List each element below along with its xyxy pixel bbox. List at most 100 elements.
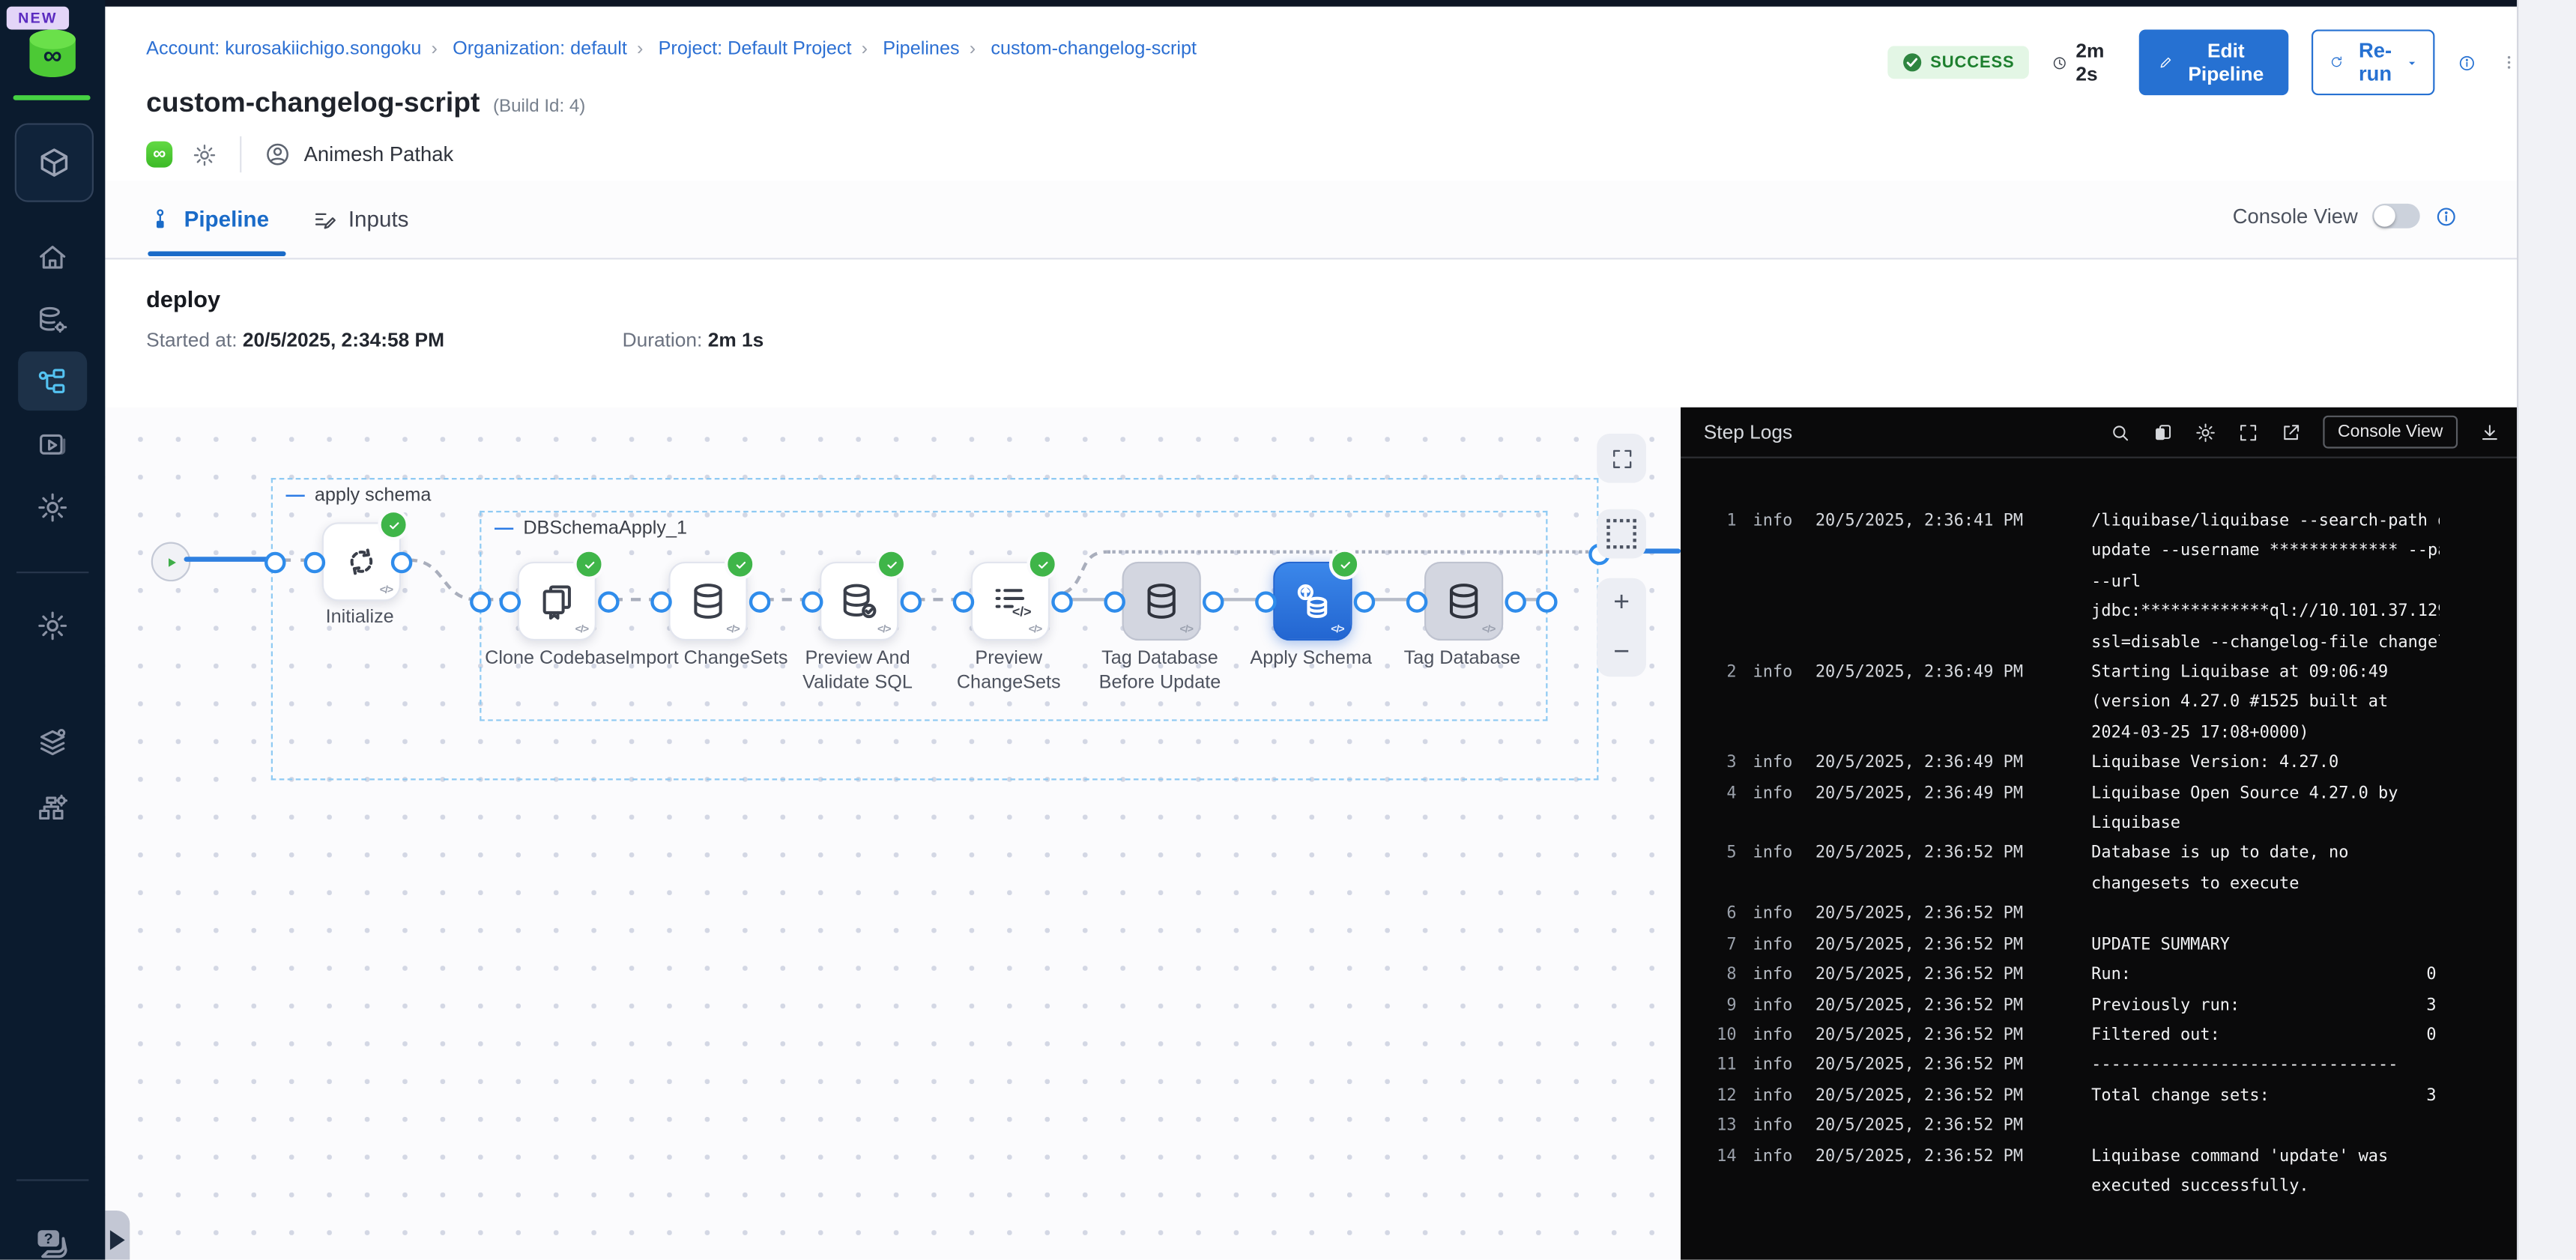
log-row: 1 info 20/5/2025, 2:36:41 PM /liquibase/… [1681,508,2517,659]
log-level: info [1753,1052,1803,1082]
collapse-icon[interactable]: — [286,486,305,506]
layers-settings-icon[interactable] [36,726,69,759]
breadcrumb-org[interactable]: Organization: default [453,40,627,59]
pipeline-settings-gear-icon[interactable] [193,142,217,167]
success-badge-icon [573,548,605,580]
breadcrumb-project[interactable]: Project: Default Project [659,40,852,59]
log-level: info [1753,1082,1803,1112]
node-tag-database[interactable]: </> [1424,562,1503,640]
project-settings-gear-icon[interactable] [36,491,69,524]
port [953,591,975,613]
log-level: info [1753,1022,1803,1052]
executions-icon[interactable] [36,428,69,461]
log-message: Liquibase Open Source 4.27.0 byLiquibase [2091,780,2440,840]
port [1203,591,1224,613]
log-timestamp: 20/5/2025, 2:36:52 PM [1815,1142,2091,1203]
pipeline-canvas[interactable]: — apply schema — DBSchemaApply_1 </> [105,408,1681,1260]
log-level: info [1753,900,1803,930]
rerun-button[interactable]: Re-run [2312,29,2435,95]
copy-icon[interactable] [2152,421,2174,443]
log-message-line: Total change sets:3 [2091,1082,2440,1112]
port [1406,591,1428,613]
gear-icon[interactable] [2195,421,2216,443]
console-view-button[interactable]: Console View [2323,416,2458,449]
log-level: info [1753,961,1803,991]
duration-label: Duration: [623,329,703,352]
console-view-toggle[interactable] [2373,204,2421,228]
stage-group-label: — apply schema [286,486,432,506]
log-level: info [1753,1112,1803,1142]
bottom-drawer-expand-handle[interactable] [105,1211,130,1260]
success-badge-icon [876,548,907,580]
port [1354,591,1376,613]
tab-pipeline[interactable]: Pipeline [148,181,269,256]
info-icon[interactable] [2458,50,2477,75]
canvas-marquee-select-button[interactable] [1597,509,1646,559]
duration-value: 2m 1s [708,329,764,352]
inputs-tab-icon [312,206,337,231]
fullscreen-icon[interactable] [2237,421,2259,443]
log-message: Liquibase Version: 4.27.0 [2091,749,2440,779]
refresh-icon [2329,52,2344,72]
log-message-line: (version 4.27.0 #1525 built at [2091,689,2440,719]
log-message: ------------------------------- [2091,1052,2440,1082]
node-tag-database-before-update[interactable]: </> [1122,562,1201,640]
sidebar-item-module-selector[interactable] [15,123,94,202]
org-pipeline-settings-icon[interactable] [36,792,69,825]
log-level: info [1753,931,1803,961]
log-message-line: ssl=disable --changelog-file changelog [2091,629,2440,658]
changeset-list-icon [989,580,1032,623]
canvas-fullscreen-button[interactable] [1597,434,1646,483]
port [802,591,823,613]
log-row: 6 info 20/5/2025, 2:36:52 PM [1681,900,2517,930]
log-row: 14 info 20/5/2025, 2:36:52 PM Liquibase … [1681,1142,2517,1203]
success-badge-icon [725,548,756,580]
svg-text:∞: ∞ [43,41,62,70]
log-level: info [1753,780,1803,840]
breadcrumb-pipelines[interactable]: Pipelines [883,40,959,59]
edit-pipeline-button[interactable]: Edit Pipeline [2139,29,2289,95]
log-output[interactable]: 1 info 20/5/2025, 2:36:41 PM /liquibase/… [1681,458,2517,1260]
open-in-new-icon[interactable] [2280,421,2302,443]
edge-start [184,557,275,562]
database-settings-icon[interactable] [36,304,69,337]
port [304,552,326,574]
log-message: Database is up to date, nochangesets to … [2091,840,2440,900]
log-message-line: changesets to execute [2091,870,2440,900]
pipeline-start-node[interactable] [151,542,191,582]
log-line-number: 9 [1697,991,1737,1021]
module-chip-icon: ∞ [146,142,172,168]
breadcrumb-account[interactable]: Account: kurosakiichigo.songoku [146,40,421,59]
main-area: Account: kurosakiichigo.songoku› Organiz… [105,7,2517,1260]
tab-inputs[interactable]: Inputs [312,181,409,256]
home-icon[interactable] [36,241,69,274]
breadcrumb-current[interactable]: custom-changelog-script [991,40,1197,59]
console-view-info-icon[interactable] [2435,205,2458,228]
log-row: 2 info 20/5/2025, 2:36:49 PM Starting Li… [1681,658,2517,749]
log-timestamp: 20/5/2025, 2:36:49 PM [1815,780,2091,840]
log-message-line: Filtered out:0 [2091,1022,2440,1052]
marquee-icon [1606,519,1636,548]
sidebar-item-pipelines[interactable] [18,351,87,411]
log-message-line: Liquibase [2091,810,2440,840]
zoom-out-button[interactable]: − [1597,628,1646,677]
help-chat-icon[interactable] [33,1223,73,1259]
node-label: Tag Database Before Update [1077,647,1242,697]
zoom-in-button[interactable]: + [1597,578,1646,628]
download-icon[interactable] [2479,421,2501,443]
collapse-icon[interactable]: — [495,519,513,539]
log-timestamp: 20/5/2025, 2:36:41 PM [1815,508,2091,659]
log-row: 10 info 20/5/2025, 2:36:52 PM Filtered o… [1681,1022,2517,1052]
pipelines-icon [36,365,69,398]
log-line-number: 3 [1697,749,1737,779]
log-level: info [1753,840,1803,900]
page-scrollbar-track[interactable] [2517,0,2576,1260]
breadcrumb: Account: kurosakiichigo.songoku› Organiz… [146,40,1197,59]
log-row: 8 info 20/5/2025, 2:36:52 PM Run:0 [1681,961,2517,991]
harness-dbops-logo-icon[interactable]: ∞ [25,28,81,80]
kebab-menu-icon[interactable] [2500,49,2517,76]
port [1255,591,1277,613]
port [391,552,413,574]
account-settings-gear-icon[interactable] [36,609,69,642]
search-icon[interactable] [2109,421,2131,443]
